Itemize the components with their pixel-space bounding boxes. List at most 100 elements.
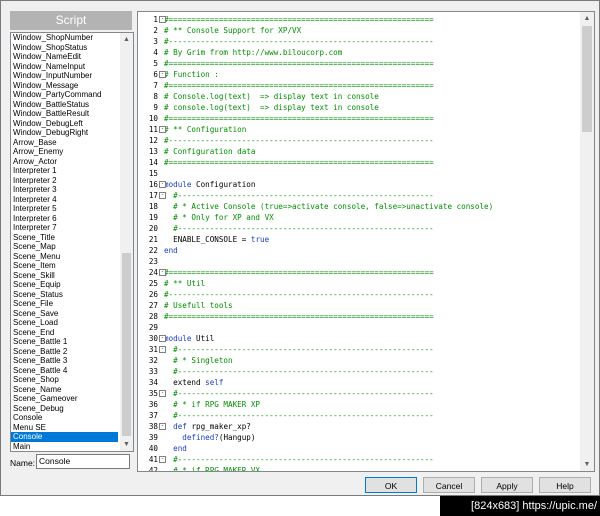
- code-line[interactable]: 14 #=====================================…: [138, 157, 578, 168]
- cancel-button[interactable]: Cancel: [423, 477, 475, 493]
- code-line[interactable]: 18 # * Active Console (true=>activate co…: [138, 201, 578, 212]
- editor-scrollbar[interactable]: ▲ ▼: [580, 12, 594, 471]
- code-line[interactable]: 42 # * if RPG MAKER VX: [138, 465, 578, 471]
- script-list-item[interactable]: Scene_Save: [11, 309, 118, 319]
- code-line[interactable]: 36 # * if RPG MAKER XP: [138, 399, 578, 410]
- code-line[interactable]: 15: [138, 168, 578, 179]
- script-list-item[interactable]: Interpreter 7: [11, 223, 118, 233]
- editor-scroll-up-icon[interactable]: ▲: [580, 12, 594, 25]
- editor-scroll-thumb[interactable]: [582, 26, 592, 132]
- script-list-item[interactable]: Scene_Title: [11, 233, 118, 243]
- script-list-item[interactable]: Window_Message: [11, 81, 118, 91]
- apply-button[interactable]: Apply: [481, 477, 533, 493]
- code-line[interactable]: 16- module Configuration: [138, 179, 578, 190]
- fold-toggle-icon[interactable]: -: [159, 126, 166, 133]
- script-list-item[interactable]: Window_PartyCommand: [11, 90, 118, 100]
- script-list-item[interactable]: Window_NameInput: [11, 62, 118, 72]
- code-line[interactable]: 2 # ** Console Support for XP/VX: [138, 25, 578, 36]
- code-line[interactable]: 5 #======================================…: [138, 58, 578, 69]
- script-list-item[interactable]: Interpreter 6: [11, 214, 118, 224]
- script-list-item[interactable]: Window_DebugRight: [11, 128, 118, 138]
- code-line[interactable]: 17- #-----------------------------------…: [138, 190, 578, 201]
- code-line[interactable]: 20 #------------------------------------…: [138, 223, 578, 234]
- ok-button[interactable]: OK: [365, 477, 417, 493]
- script-list-item[interactable]: Scene_Name: [11, 385, 118, 395]
- script-list-item[interactable]: Arrow_Base: [11, 138, 118, 148]
- script-list-item[interactable]: Arrow_Actor: [11, 157, 118, 167]
- help-button[interactable]: Help: [539, 477, 591, 493]
- code-line[interactable]: 41- #-----------------------------------…: [138, 454, 578, 465]
- scroll-up-arrow-icon[interactable]: ▲: [120, 33, 133, 46]
- script-list-item[interactable]: Console: [11, 413, 118, 423]
- fold-toggle-icon[interactable]: -: [159, 269, 166, 276]
- code-line[interactable]: 28 #=====================================…: [138, 311, 578, 322]
- code-line[interactable]: 13 # Configuration data: [138, 146, 578, 157]
- fold-toggle-icon[interactable]: -: [159, 16, 166, 23]
- script-list-item[interactable]: Scene_Item: [11, 261, 118, 271]
- script-list-item[interactable]: Arrow_Enemy: [11, 147, 118, 157]
- code-line[interactable]: 27 # Usefull tools: [138, 300, 578, 311]
- code-line[interactable]: 22 end: [138, 245, 578, 256]
- editor-scroll-down-icon[interactable]: ▼: [580, 458, 594, 471]
- script-list-item[interactable]: Scene_End: [11, 328, 118, 338]
- code-line[interactable]: 31- #-----------------------------------…: [138, 344, 578, 355]
- fold-toggle-icon[interactable]: -: [159, 181, 166, 188]
- script-list[interactable]: Window_ShopNumber Window_ShopStatus Window…: [10, 32, 134, 452]
- code-line[interactable]: 12 #-------------------------------------…: [138, 135, 578, 146]
- script-list-item[interactable]: Scene_Battle 3: [11, 356, 118, 366]
- script-list-item[interactable]: Interpreter 1: [11, 166, 118, 176]
- code-line[interactable]: 24- #====================================…: [138, 267, 578, 278]
- script-list-item[interactable]: Scene_Load: [11, 318, 118, 328]
- script-list-item[interactable]: Scene_File: [11, 299, 118, 309]
- script-list-item[interactable]: Interpreter 4: [11, 195, 118, 205]
- script-list-item[interactable]: Interpreter 5: [11, 204, 118, 214]
- script-list-item[interactable]: Scene_Skill: [11, 271, 118, 281]
- code-line[interactable]: 30- module Util: [138, 333, 578, 344]
- code-line[interactable]: 39 defined?(Hangup): [138, 432, 578, 443]
- code-line[interactable]: 33 #------------------------------------…: [138, 366, 578, 377]
- scroll-down-arrow-icon[interactable]: ▼: [120, 438, 133, 451]
- script-list-item[interactable]: Interpreter 3: [11, 185, 118, 195]
- code-line[interactable]: 21 ENABLE_CONSOLE = true: [138, 234, 578, 245]
- fold-toggle-icon[interactable]: -: [159, 71, 166, 78]
- fold-toggle-icon[interactable]: -: [159, 390, 166, 397]
- code-line[interactable]: 3 #--------------------------------------…: [138, 36, 578, 47]
- script-list-scrollbar[interactable]: ▲ ▼: [120, 33, 133, 451]
- code-line[interactable]: 35- #-----------------------------------…: [138, 388, 578, 399]
- code-line[interactable]: 40 end: [138, 443, 578, 454]
- fold-toggle-icon[interactable]: -: [159, 456, 166, 463]
- code-line[interactable]: 23: [138, 256, 578, 267]
- code-line[interactable]: 38- def rpg_maker_xp?: [138, 421, 578, 432]
- script-list-item[interactable]: Main: [11, 442, 118, 452]
- script-list-item[interactable]: Scene_Map: [11, 242, 118, 252]
- script-list-item[interactable]: Window_BattleStatus: [11, 100, 118, 110]
- script-list-item[interactable]: Scene_Shop: [11, 375, 118, 385]
- script-list-item[interactable]: Scene_Battle 1: [11, 337, 118, 347]
- code-line[interactable]: 6- # Function :: [138, 69, 578, 80]
- script-list-item[interactable]: Scene_Battle 4: [11, 366, 118, 376]
- code-line[interactable]: 8 # Console.log(text) => display text in …: [138, 91, 578, 102]
- script-list-item[interactable]: Scene_Battle 2: [11, 347, 118, 357]
- code-line[interactable]: 4 # By Grim from http://www.biloucorp.com: [138, 47, 578, 58]
- script-list-item[interactable]: Window_InputNumber: [11, 71, 118, 81]
- script-list-item[interactable]: Window_ShopStatus: [11, 43, 118, 53]
- script-list-item[interactable]: Scene_Debug: [11, 404, 118, 414]
- code-line[interactable]: 7 #======================================…: [138, 80, 578, 91]
- script-list-item[interactable]: Scene_Equip: [11, 280, 118, 290]
- fold-toggle-icon[interactable]: -: [159, 335, 166, 342]
- fold-toggle-icon[interactable]: -: [159, 423, 166, 430]
- code-line[interactable]: 9 # console.log(text) => display text in …: [138, 102, 578, 113]
- script-list-item[interactable]: Scene_Gameover: [11, 394, 118, 404]
- code-editor[interactable]: 1- #=====================================…: [137, 11, 595, 472]
- code-line[interactable]: 1- #=====================================…: [138, 14, 578, 25]
- script-list-item[interactable]: Window_BattleResult: [11, 109, 118, 119]
- script-list-item[interactable]: Scene_Menu: [11, 252, 118, 262]
- code-line[interactable]: 19 # * Only for XP and VX: [138, 212, 578, 223]
- code-line[interactable]: 29: [138, 322, 578, 333]
- script-list-item[interactable]: Console: [11, 432, 118, 442]
- script-list-item[interactable]: Interpreter 2: [11, 176, 118, 186]
- script-list-scroll-thumb[interactable]: [122, 253, 131, 436]
- code-line[interactable]: 34 extend self: [138, 377, 578, 388]
- script-list-item[interactable]: Window_ShopNumber: [11, 33, 118, 43]
- code-line[interactable]: 26 #-------------------------------------…: [138, 289, 578, 300]
